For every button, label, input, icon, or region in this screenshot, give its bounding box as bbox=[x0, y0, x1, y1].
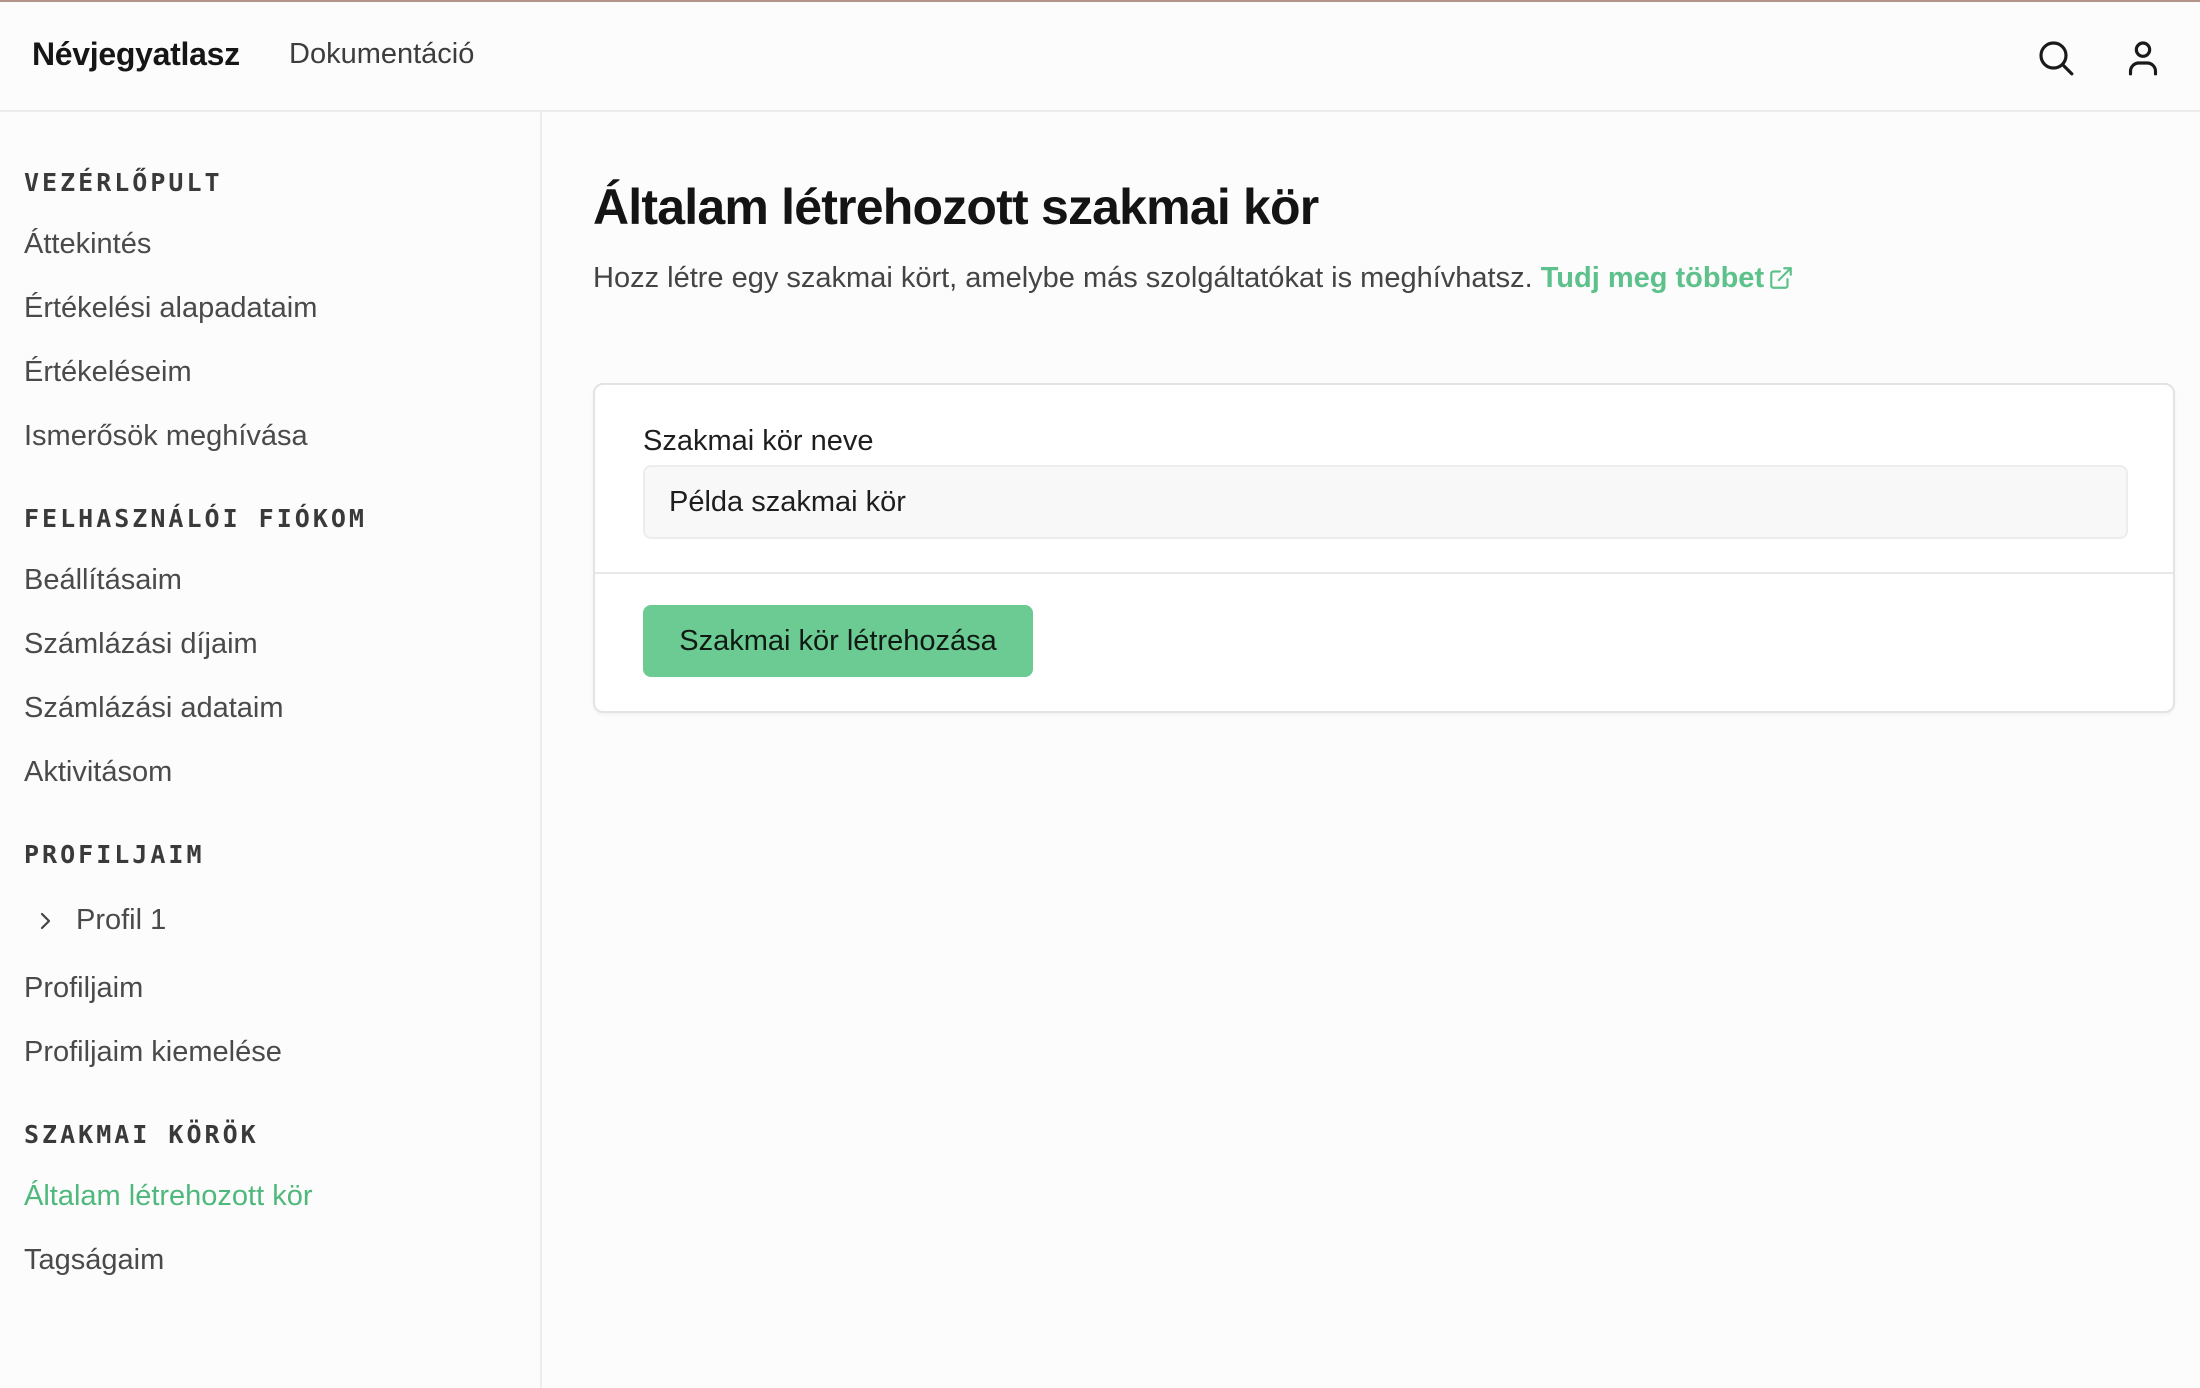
page-title: Általam létrehozott szakmai kör bbox=[593, 179, 1319, 235]
search-icon bbox=[2039, 41, 2074, 76]
sidebar-item-invite-friends[interactable]: Ismerősök meghívása bbox=[24, 420, 308, 453]
sidebar: VEZÉRLŐPULT Áttekintés Értékelési alapad… bbox=[0, 112, 542, 1388]
sidebar-heading-dashboard: VEZÉRLŐPULT bbox=[24, 168, 223, 197]
brand-logo[interactable]: Névjegyatlasz bbox=[32, 36, 240, 73]
learn-more-label: Tudj meg többet bbox=[1540, 262, 1765, 294]
sidebar-item-billing-details[interactable]: Számlázási adataim bbox=[24, 692, 284, 725]
sidebar-item-my-created-circle[interactable]: Általam létrehozott kör bbox=[24, 1180, 313, 1213]
sidebar-item-profile-highlight[interactable]: Profiljaim kiemelése bbox=[24, 1036, 282, 1069]
sidebar-item-activity[interactable]: Aktivitásom bbox=[24, 756, 172, 789]
user-menu-button[interactable] bbox=[2117, 32, 2169, 84]
user-icon bbox=[2128, 41, 2158, 76]
description-text: Hozz létre egy szakmai kört, amelybe más… bbox=[593, 262, 1533, 294]
sidebar-item-memberships[interactable]: Tagságaim bbox=[24, 1244, 164, 1277]
main-content: Általam létrehozott szakmai kör Hozz lét… bbox=[544, 112, 2200, 1388]
circle-name-label: Szakmai kör neve bbox=[643, 425, 874, 457]
page-description: Hozz létre egy szakmai kört, amelybe más… bbox=[593, 262, 1794, 295]
sidebar-item-profile-1-label: Profil 1 bbox=[76, 904, 167, 936]
sidebar-item-rating-basics[interactable]: Értékelési alapadataim bbox=[24, 292, 317, 325]
search-button[interactable] bbox=[2030, 32, 2082, 84]
chevron-right-icon bbox=[40, 912, 51, 929]
card-divider bbox=[595, 572, 2173, 574]
nav-link-documentation[interactable]: Dokumentáció bbox=[289, 38, 474, 71]
external-link-icon bbox=[1770, 267, 1792, 289]
sidebar-item-my-profiles[interactable]: Profiljaim bbox=[24, 972, 143, 1005]
sidebar-heading-professional-circles: SZAKMAI KÖRÖK bbox=[24, 1120, 259, 1149]
circle-name-input[interactable] bbox=[643, 465, 2128, 539]
sidebar-heading-profiles: PROFILJAIM bbox=[24, 840, 205, 869]
sidebar-item-settings[interactable]: Beállításaim bbox=[24, 564, 182, 597]
sidebar-item-billing-fees[interactable]: Számlázási díjaim bbox=[24, 628, 258, 661]
create-circle-form-card: Szakmai kör neve Szakmai kör létrehozása bbox=[593, 383, 2175, 713]
sidebar-item-overview[interactable]: Áttekintés bbox=[24, 228, 151, 261]
sidebar-heading-account: FELHASZNÁLÓI FIÓKOM bbox=[24, 504, 367, 533]
sidebar-item-ratings[interactable]: Értékeléseim bbox=[24, 356, 192, 389]
top-navigation-bar: Névjegyatlasz Dokumentáció bbox=[0, 2, 2200, 112]
sidebar-item-profile-1[interactable]: Profil 1 bbox=[36, 904, 166, 937]
learn-more-link[interactable]: Tudj meg többet bbox=[1541, 262, 1794, 294]
create-circle-button[interactable]: Szakmai kör létrehozása bbox=[643, 605, 1033, 677]
